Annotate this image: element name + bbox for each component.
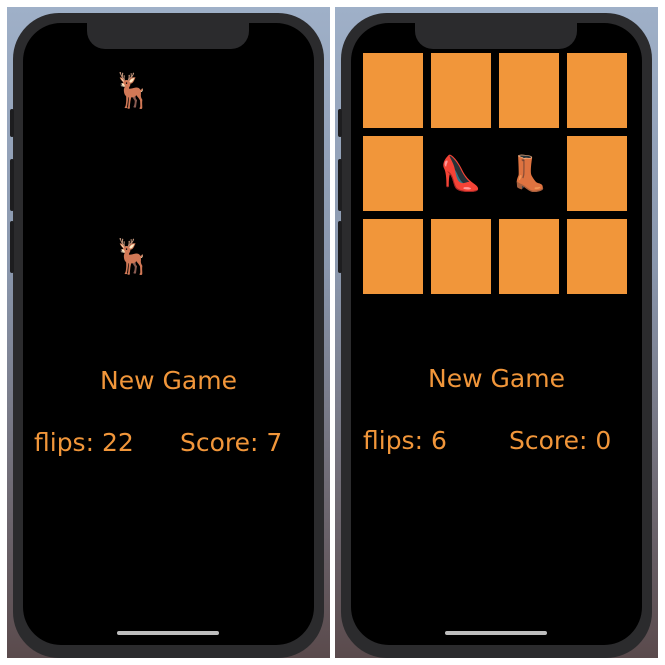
mute-switch <box>10 109 14 137</box>
card-matched <box>171 219 231 294</box>
card-emoji: 🦌 <box>111 70 155 111</box>
card-face-down[interactable] <box>567 219 627 294</box>
card-matched <box>35 219 95 294</box>
home-indicator[interactable] <box>117 631 219 635</box>
notch <box>415 23 577 49</box>
card-face-up[interactable]: 🦌 <box>103 219 163 294</box>
score-label: Score: 7 <box>180 428 283 457</box>
volume-up-button <box>10 159 14 211</box>
card-matched <box>239 219 299 294</box>
card-face-up[interactable]: 🦌 <box>103 53 163 128</box>
card-emoji: 👢 <box>507 153 551 194</box>
card-face-down[interactable] <box>499 53 559 128</box>
volume-down-button <box>338 221 342 273</box>
new-game-button[interactable]: New Game <box>23 365 314 396</box>
game-screen: 🦌 🦌 New Game flips: 22 Score: 7 <box>23 23 314 645</box>
card-face-down[interactable] <box>431 53 491 128</box>
card-face-up[interactable]: 👠 <box>431 136 491 211</box>
home-indicator[interactable] <box>445 631 547 635</box>
card-matched <box>239 136 299 211</box>
new-game-button[interactable]: New Game <box>351 363 642 394</box>
flips-count: flips: 22 <box>34 428 134 457</box>
volume-up-button <box>338 159 342 211</box>
card-grid: 👠 👢 <box>363 53 627 294</box>
card-matched <box>35 53 95 128</box>
phone-frame: 👠 👢 New Game flips: 6 Score: 0 <box>338 13 652 658</box>
card-emoji: 🦌 <box>111 236 155 277</box>
card-face-down[interactable] <box>567 53 627 128</box>
card-face-down[interactable] <box>431 219 491 294</box>
notch <box>87 23 249 49</box>
screenshot-left: 🦌 🦌 New Game flips: 22 Score: 7 <box>7 7 330 658</box>
game-screen: 👠 👢 New Game flips: 6 Score: 0 <box>351 23 642 645</box>
card-grid: 🦌 🦌 <box>35 53 298 294</box>
card-matched <box>239 53 299 128</box>
mute-switch <box>338 109 342 137</box>
flips-count: flips: 6 <box>363 426 447 455</box>
card-face-down[interactable] <box>567 136 627 211</box>
card-matched <box>103 136 163 211</box>
card-face-down[interactable] <box>363 53 423 128</box>
card-face-up[interactable]: 👢 <box>499 136 559 211</box>
card-face-down[interactable] <box>499 219 559 294</box>
screenshot-right: 👠 👢 New Game flips: 6 Score: 0 <box>335 7 658 658</box>
card-matched <box>35 136 95 211</box>
phone-frame: 🦌 🦌 New Game flips: 22 Score: 7 <box>10 13 324 658</box>
card-face-down[interactable] <box>363 136 423 211</box>
score-label: Score: 0 <box>509 426 612 455</box>
card-matched <box>171 136 231 211</box>
card-face-down[interactable] <box>363 219 423 294</box>
card-emoji: 👠 <box>439 153 483 194</box>
volume-down-button <box>10 221 14 273</box>
card-matched <box>171 53 231 128</box>
